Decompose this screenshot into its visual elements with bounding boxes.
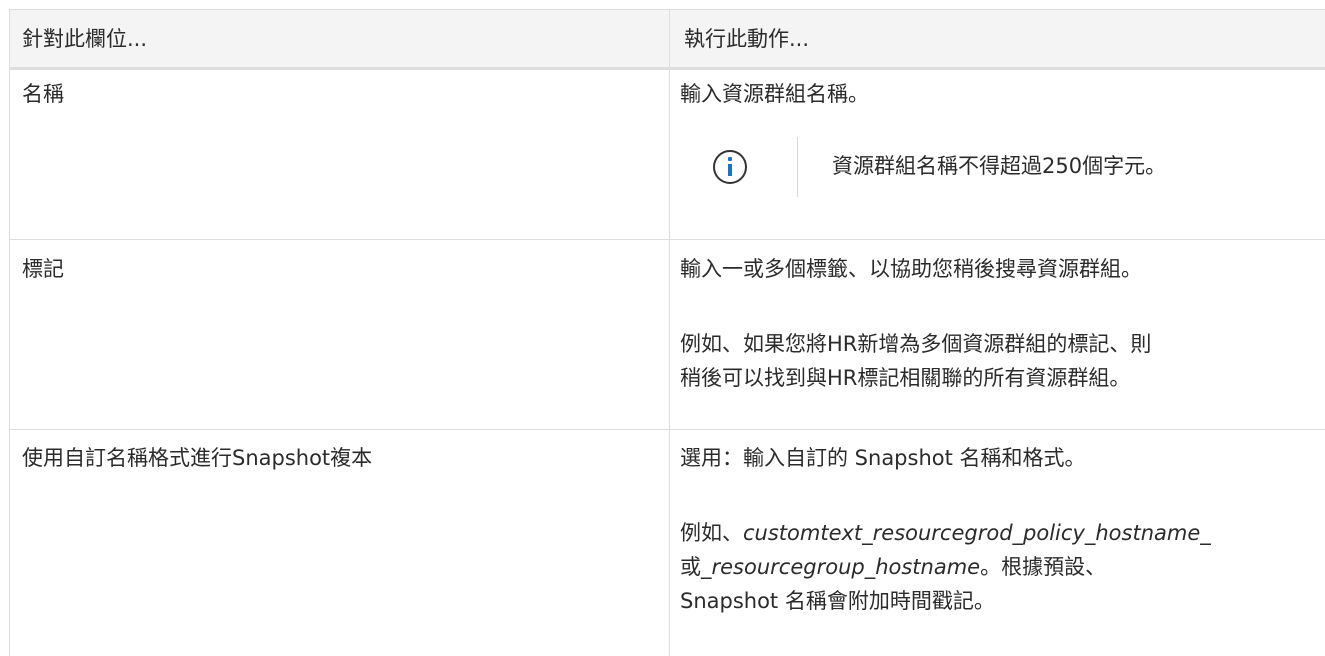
row-snapshot-example-line1: 例如、customtext_resourcegrod_policy_hostna… (680, 517, 1211, 550)
table-top-border (9, 9, 1325, 10)
row-snapshot-action: 選用：輸入自訂的 Snapshot 名稱和格式。 (680, 446, 1086, 470)
row-tag-example-line2: 稍後可以找到與HR標記相關聯的所有資源群組。 (680, 366, 1131, 390)
name-length-note: 資源群組名稱不得超過250個字元。 (832, 154, 1167, 178)
row-tag-action: 輸入一或多個標籤、以協助您稍後搜尋資源群組。 (680, 257, 1142, 281)
example-prefix: 例如、 (680, 521, 743, 545)
note-separator (797, 137, 798, 197)
example-format-1: customtext_resourcegrod_policy_hostname_ (743, 521, 1211, 545)
row-divider (9, 239, 1325, 240)
header-field: 針對此欄位... (22, 27, 148, 51)
example-suffix: 。根據預設、 (980, 555, 1107, 579)
row-divider (9, 429, 1325, 430)
row-snapshot-example-line2: 或_resourcegroup_hostname。根據預設、 (680, 551, 1106, 584)
row-snapshot-example-line3: Snapshot 名稱會附加時間戳記。 (680, 589, 995, 613)
example-format-2: _resourcegroup_hostname (701, 555, 981, 579)
row-name-action: 輸入資源群組名稱。 (680, 82, 869, 106)
header-action: 執行此動作... (684, 27, 810, 51)
row-tag-field: 標記 (22, 257, 64, 281)
example-or: 或 (680, 555, 701, 579)
row-snapshot-field: 使用自訂名稱格式進行Snapshot複本 (22, 446, 373, 470)
info-icon (713, 150, 747, 184)
row-name-field: 名稱 (22, 82, 64, 106)
column-divider (669, 9, 670, 656)
table-header: 針對此欄位... 執行此動作... (9, 9, 1325, 70)
table-left-border (9, 9, 10, 656)
row-tag-example-line1: 例如、如果您將HR新增為多個資源群組的標記、則 (680, 332, 1152, 356)
